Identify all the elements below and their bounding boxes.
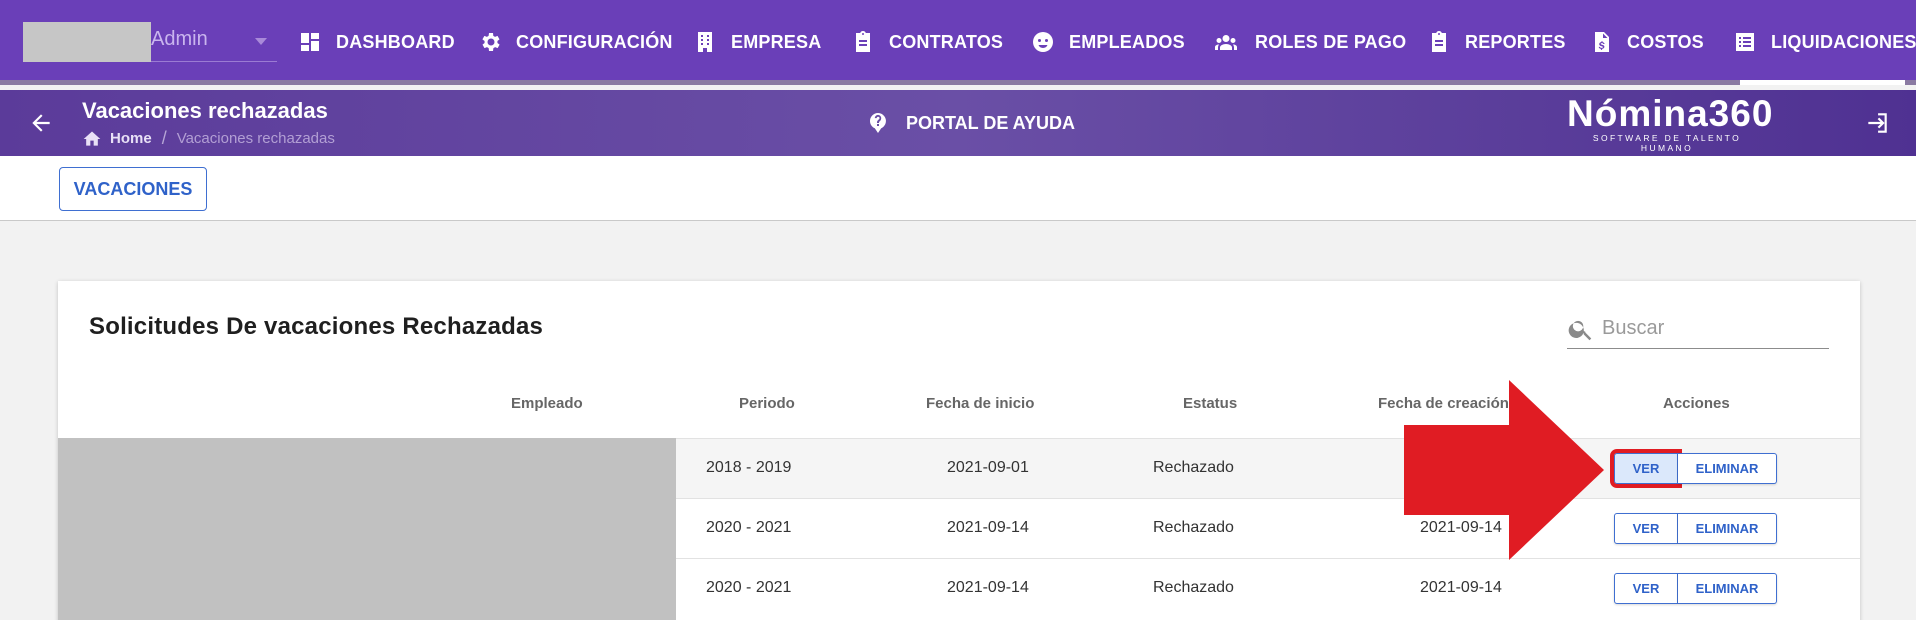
nav-item-label: ROLES DE PAGO	[1255, 31, 1407, 52]
cell-periodo: 2020 - 2021	[706, 519, 792, 536]
row-actions: VER ELIMINAR	[1614, 513, 1777, 544]
redacted-user-block	[23, 22, 151, 62]
cell-fecha-inicio: 2021-09-14	[947, 519, 1029, 536]
page-title: Vacaciones rechazadas	[82, 98, 328, 123]
vacaciones-button[interactable]: VACACIONES	[59, 167, 207, 211]
nav-item-label: EMPRESA	[731, 31, 822, 52]
help-icon	[870, 113, 886, 133]
cell-estatus: Rechazado	[1153, 459, 1234, 476]
clipboard-icon	[1432, 31, 1446, 52]
breadcrumb-current: Vacaciones rechazadas	[176, 130, 335, 147]
cell-fecha-inicio: 2021-09-01	[947, 459, 1029, 476]
column-header-fecha-inicio[interactable]: Fecha de inicio	[926, 395, 1034, 412]
user-select[interactable]: Admin	[23, 22, 277, 62]
cell-periodo: 2020 - 2021	[706, 579, 792, 596]
nav-item-roles-de-pago[interactable]: ROLES DE PAGO	[1211, 22, 1406, 62]
dollar-file-icon	[1595, 32, 1609, 52]
nav-item-contratos[interactable]: CONTRATOS	[851, 22, 1003, 62]
eliminar-button[interactable]: ELIMINAR	[1678, 453, 1777, 484]
cell-estatus: Rechazado	[1153, 579, 1234, 596]
nav-item-configuracion[interactable]: CONFIGURACIÓN	[478, 22, 673, 62]
clipboard-icon	[856, 31, 870, 52]
chevron-down-icon[interactable]	[255, 38, 267, 45]
logout-icon[interactable]	[1864, 110, 1890, 136]
building-icon	[698, 32, 712, 52]
eliminar-button[interactable]: ELIMINAR	[1678, 513, 1777, 544]
nav-item-label: REPORTES	[1465, 31, 1566, 52]
nav-scroll-track	[0, 80, 1916, 85]
breadcrumb-home[interactable]: Home	[110, 130, 152, 147]
nav-item-liquidaciones[interactable]: LIQUIDACIONES	[1733, 22, 1916, 62]
breadcrumb: Home / Vacaciones rechazadas	[82, 128, 335, 149]
eliminar-button[interactable]: ELIMINAR	[1678, 573, 1777, 604]
search-icon	[1568, 320, 1592, 341]
search-box	[1567, 309, 1829, 349]
ver-button[interactable]: VER	[1610, 449, 1682, 488]
list-icon	[1736, 33, 1754, 51]
nav-item-label: COSTOS	[1627, 31, 1704, 52]
logo-main-text: Nómina360	[1567, 93, 1774, 134]
column-header-estatus[interactable]: Estatus	[1183, 395, 1237, 412]
ver-button[interactable]: VER	[1614, 513, 1678, 544]
nav-item-reportes[interactable]: REPORTES	[1427, 22, 1566, 62]
annotation-arrow-icon	[1404, 380, 1604, 560]
logo-tagline: SOFTWARE DE TALENTO HUMANO	[1592, 133, 1742, 153]
nav-item-label: DASHBOARD	[336, 31, 455, 52]
nav-item-label: LIQUIDACIONES	[1771, 31, 1916, 52]
nav-item-label: CONFIGURACIÓN	[516, 31, 673, 52]
nav-item-label: EMPLEADOS	[1069, 31, 1185, 52]
face-icon	[1033, 32, 1053, 52]
cell-periodo: 2018 - 2019	[706, 459, 792, 476]
top-navbar: Admin DASHBOARD CONFIGURACIÓN EMPRESA CO…	[0, 0, 1916, 85]
nav-item-costos[interactable]: COSTOS	[1589, 22, 1704, 62]
nav-item-empleados[interactable]: EMPLEADOS	[1031, 22, 1185, 62]
column-header-periodo[interactable]: Periodo	[739, 395, 795, 412]
back-arrow-icon[interactable]	[28, 110, 54, 136]
nav-item-empresa[interactable]: EMPRESA	[693, 22, 821, 62]
toolbar: VACACIONES	[0, 156, 1916, 221]
help-portal-link[interactable]: PORTAL DE AYUDA	[866, 111, 1075, 135]
help-portal-label: PORTAL DE AYUDA	[906, 112, 1076, 133]
column-header-acciones: Acciones	[1663, 395, 1730, 412]
card-title: Solicitudes De vacaciones Rechazadas	[89, 313, 544, 340]
ver-button[interactable]: VER	[1614, 573, 1678, 604]
nav-active-indicator	[1740, 80, 1905, 85]
gear-icon	[482, 33, 500, 51]
redacted-employee-column	[58, 438, 676, 620]
brand-logo: Nómina360 SOFTWARE DE TALENTO HUMANO	[1567, 93, 1774, 154]
dashboard-icon	[301, 33, 319, 51]
search-input[interactable]	[1602, 313, 1822, 343]
page-header: Vacaciones rechazadas Home / Vacaciones …	[0, 90, 1916, 156]
row-actions: VER ELIMINAR	[1610, 449, 1777, 488]
breadcrumb-separator: /	[161, 128, 167, 148]
user-name: Admin	[151, 28, 208, 50]
column-header-empleado[interactable]: Empleado	[511, 395, 583, 412]
row-actions: VER ELIMINAR	[1614, 573, 1777, 604]
cell-fecha-inicio: 2021-09-14	[947, 579, 1029, 596]
cell-fecha-creacion: 2021-09-14	[1420, 579, 1502, 596]
cell-estatus: Rechazado	[1153, 519, 1234, 536]
nav-item-dashboard[interactable]: DASHBOARD	[298, 22, 455, 62]
user-select-underline	[151, 61, 277, 62]
home-icon	[83, 131, 101, 146]
nav-item-label: CONTRATOS	[889, 31, 1004, 52]
people-icon	[1215, 35, 1237, 50]
